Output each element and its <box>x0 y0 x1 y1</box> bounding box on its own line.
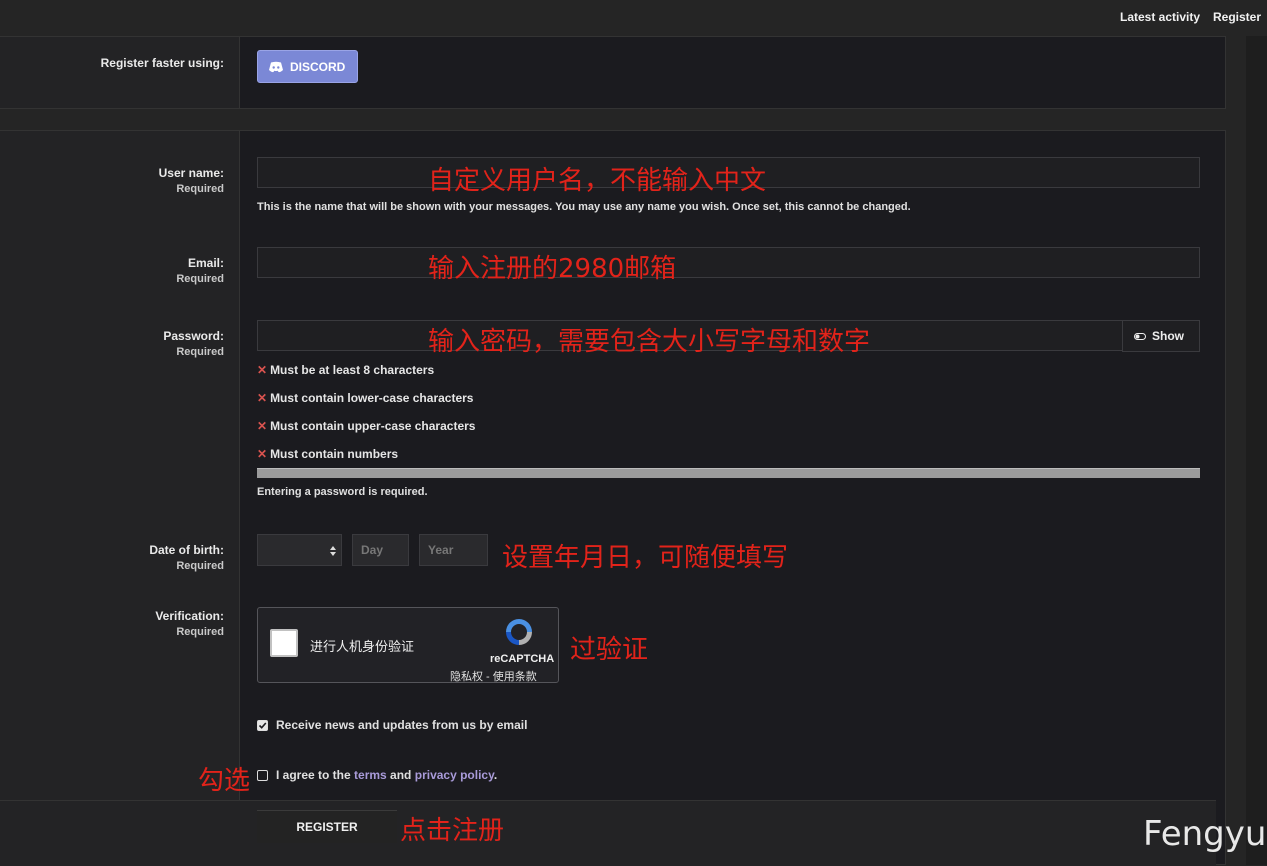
news-label[interactable]: Receive news and updates from us by emai… <box>276 718 527 732</box>
watermark: Fengyu <box>1143 814 1267 854</box>
dob-month-select[interactable] <box>257 534 342 566</box>
password-rule-uppercase: ✕ Must contain upper-case characters <box>257 419 476 433</box>
dob-label: Date of birth: <box>149 543 224 557</box>
social-register-panel <box>0 36 1226 109</box>
news-checkbox[interactable] <box>257 720 268 731</box>
password-status: Entering a password is required. <box>257 486 428 498</box>
privacy-policy-link[interactable]: privacy policy <box>415 768 494 782</box>
recaptcha-label: 进行人机身份验证 <box>310 639 415 654</box>
dob-year-input[interactable]: Year <box>419 534 488 566</box>
form-footer <box>0 800 1216 866</box>
annotation-password: 输入密码，需要包含大小写字母和数字 <box>428 327 871 357</box>
recaptcha-links: 隐私权 - 使用条款 <box>450 671 537 683</box>
password-rule-length: ✕ Must be at least 8 characters <box>257 363 435 377</box>
verification-label: Verification: <box>155 609 224 623</box>
top-nav: Latest activity Register <box>0 0 1267 36</box>
verification-required: Required <box>176 626 224 638</box>
error-x-icon: ✕ <box>257 447 268 461</box>
annotation-dob: 设置年月日，可随便填写 <box>502 543 789 573</box>
email-input[interactable] <box>257 247 1200 278</box>
checkmark-icon <box>258 722 267 729</box>
select-arrows-icon <box>330 546 336 556</box>
recaptcha-checkbox[interactable] <box>270 629 298 657</box>
annotation-email: 输入注册的2980邮箱 <box>428 254 677 284</box>
password-strength-meter <box>257 468 1200 478</box>
register-button[interactable]: REGISTER <box>257 810 397 843</box>
password-rule-lowercase: ✕ Must contain lower-case characters <box>257 391 474 405</box>
password-label: Password: <box>163 329 224 343</box>
label-column <box>0 131 240 864</box>
password-rule-numbers: ✕ Must contain numbers <box>257 447 399 461</box>
annotation-verify: 过验证 <box>570 635 649 665</box>
toggle-icon <box>1134 332 1146 340</box>
dob-day-input[interactable]: Day <box>352 534 409 566</box>
discord-button[interactable]: DISCORD <box>257 50 358 83</box>
email-required: Required <box>176 273 224 285</box>
username-required: Required <box>176 183 224 195</box>
social-register-label: Register faster using: <box>100 56 224 70</box>
annotation-username: 自定义用户名，不能输入中文 <box>428 166 767 196</box>
scrollbar-track[interactable] <box>1246 36 1267 865</box>
error-x-icon: ✕ <box>257 391 268 405</box>
username-label: User name: <box>158 166 224 180</box>
register-form-panel <box>0 130 1226 865</box>
nav-register[interactable]: Register <box>1213 10 1261 24</box>
recaptcha-widget: 进行人机身份验证 reCAPTCHA 隐私权 - 使用条款 <box>257 607 559 683</box>
show-password-label: Show <box>1152 329 1184 343</box>
agree-checkbox[interactable] <box>257 770 268 781</box>
email-label: Email: <box>187 256 224 270</box>
discord-icon <box>269 61 283 72</box>
recaptcha-logo-icon <box>506 619 532 645</box>
error-x-icon: ✕ <box>257 419 268 433</box>
error-x-icon: ✕ <box>257 363 268 377</box>
show-password-button[interactable]: Show <box>1122 320 1200 352</box>
discord-button-label: DISCORD <box>290 59 346 74</box>
dob-required: Required <box>176 560 224 572</box>
recaptcha-terms-link[interactable]: 使用条款 <box>493 671 537 683</box>
annotation-check: 勾选 <box>198 766 251 796</box>
password-required: Required <box>176 346 224 358</box>
recaptcha-brand: reCAPTCHA <box>490 653 555 665</box>
recaptcha-privacy-link[interactable]: 隐私权 <box>450 671 483 683</box>
label-column <box>0 37 240 108</box>
agree-label[interactable]: I agree to the terms and privacy policy. <box>276 768 497 782</box>
annotation-register: 点击注册 <box>400 816 505 846</box>
terms-link[interactable]: terms <box>354 768 387 782</box>
username-hint: This is the name that will be shown with… <box>257 201 911 213</box>
nav-latest-activity[interactable]: Latest activity <box>1120 10 1200 24</box>
